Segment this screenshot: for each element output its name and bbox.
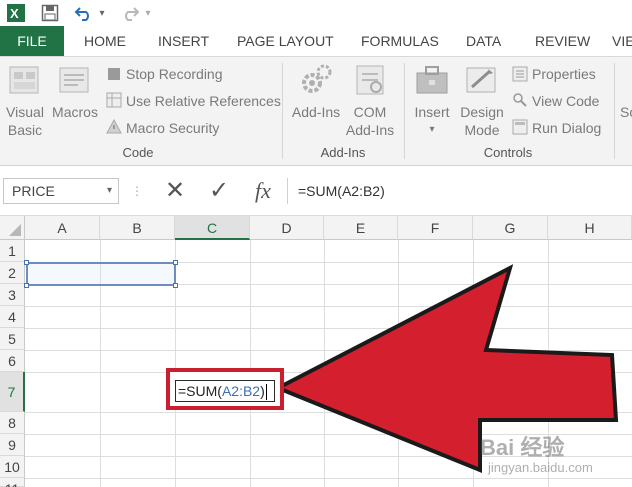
cell-formula-suffix: ) <box>260 383 265 399</box>
cell-formula-prefix: =SUM( <box>178 383 222 399</box>
text-cursor <box>265 384 267 401</box>
red-arrow-annotation <box>273 264 619 473</box>
watermark-logo-text: Bai 经验 <box>480 435 565 460</box>
active-cell-c7[interactable]: =SUM(A2:B2) <box>166 368 284 410</box>
watermark-url: jingyan.baidu.com <box>488 460 593 475</box>
cell-formula-reference: A2:B2 <box>221 383 261 399</box>
baidu-watermark: Bai 经验 jingyan.baidu.com <box>478 430 628 486</box>
cell-edit-box[interactable]: =SUM(A2:B2) <box>175 380 275 402</box>
